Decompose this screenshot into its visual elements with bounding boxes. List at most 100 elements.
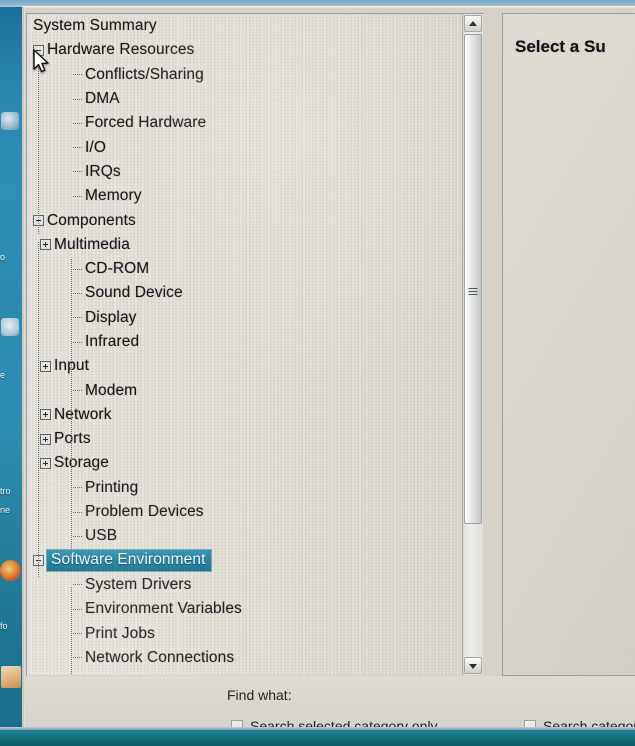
- tree-scrollbar[interactable]: [462, 14, 483, 675]
- tree-connector-icon: [73, 584, 82, 586]
- scroll-up-button[interactable]: [464, 15, 482, 32]
- tree-item-label: USB: [85, 527, 118, 545]
- tree-connector-icon: [73, 122, 82, 124]
- tree-connector-icon: [73, 511, 82, 513]
- tree-connector-icon: [73, 633, 82, 635]
- tree-item-label: System Drivers: [85, 575, 192, 593]
- tree-item-system-summary[interactable]: System Summary: [27, 14, 464, 38]
- tree-connector-icon: [73, 487, 82, 489]
- tree-item-label: DMA: [85, 90, 120, 108]
- tree-item-problem-devices[interactable]: Problem Devices: [27, 500, 464, 524]
- detail-pane-title: Select a Su: [515, 37, 606, 56]
- expand-icon[interactable]: [40, 239, 51, 251]
- tree-connector-icon: [73, 98, 82, 100]
- tree-guide-line: [71, 587, 72, 675]
- tree-item-modem[interactable]: Modem: [27, 378, 464, 402]
- desktop-label-2: e: [0, 370, 6, 380]
- tree-connector-icon: [73, 74, 82, 76]
- tree-item-system-drivers[interactable]: System Drivers: [27, 573, 464, 597]
- find-what-label: Find what:: [227, 687, 292, 703]
- tree-item-ports[interactable]: Ports: [27, 427, 464, 451]
- tree-guide-line: [38, 55, 39, 235]
- tree-item-storage[interactable]: Storage: [27, 451, 464, 475]
- navigation-tree[interactable]: System Summary Hardware Resources Conflict…: [27, 14, 464, 675]
- desktop-label-5: fo: [0, 621, 8, 631]
- tree-connector-icon: [73, 292, 82, 294]
- tree-item-display[interactable]: Display: [27, 306, 464, 330]
- tree-item-label: Network: [54, 405, 112, 423]
- tree-item-multimedia[interactable]: Multimedia: [27, 233, 464, 257]
- tree-connector-icon: [73, 147, 82, 149]
- tree-connector-icon: [73, 195, 82, 197]
- desktop-label-1: o: [0, 252, 6, 262]
- tree-item-label: Print Jobs: [85, 624, 155, 642]
- tree-item-label: Display: [85, 308, 137, 326]
- tree-connector-icon: [73, 268, 82, 270]
- tree-item-label: Modem: [85, 381, 138, 399]
- tree-item-label: Memory: [85, 187, 142, 205]
- expand-icon[interactable]: [40, 360, 51, 372]
- tree-item-label: IRQs: [85, 162, 121, 180]
- tree-item-input[interactable]: Input: [27, 354, 464, 378]
- tree-item-label: Ports: [54, 430, 91, 448]
- tree-item-infrared[interactable]: Infrared: [27, 330, 464, 354]
- tree-item-network[interactable]: Network: [27, 403, 464, 427]
- photographed-screen: o e tro ne fo System Summary Hardware Res…: [0, 0, 635, 746]
- desktop-icon-generic-1[interactable]: [1, 112, 19, 130]
- expand-icon[interactable]: [40, 433, 51, 445]
- expand-icon[interactable]: [40, 457, 51, 469]
- tree-item-label: Network Connections: [85, 648, 235, 666]
- scroll-down-button[interactable]: [464, 657, 482, 674]
- tree-item-environment-variables[interactable]: Environment Variables: [27, 597, 464, 621]
- tree-item-label: Hardware Resources: [47, 41, 195, 59]
- tree-item-conflicts-sharing[interactable]: Conflicts/Sharing: [27, 63, 464, 87]
- desktop-icon-generic-2[interactable]: [1, 318, 19, 336]
- tree-item-label: System Summary: [33, 17, 157, 35]
- expand-icon[interactable]: [40, 409, 51, 421]
- tree-connector-icon: [73, 171, 82, 173]
- tree-item-label: Storage: [54, 454, 109, 472]
- tree-item-components[interactable]: Components: [27, 208, 464, 232]
- desktop-label-3: tro: [0, 486, 11, 496]
- tree-item-hardware-resources[interactable]: Hardware Resources: [27, 38, 464, 62]
- tree-item-forced-hardware[interactable]: Forced Hardware: [27, 111, 464, 135]
- tree-connector-icon: [73, 317, 82, 319]
- scroll-up-arrow-icon: [469, 20, 477, 26]
- desktop-label-4: ne: [0, 505, 11, 515]
- scroll-down-arrow-icon: [469, 663, 477, 669]
- desktop-background: o e tro ne fo: [0, 0, 22, 746]
- tree-item-network-connections[interactable]: Network Connections: [27, 646, 464, 670]
- system-information-window: System Summary Hardware Resources Conflict…: [22, 6, 635, 734]
- tree-item-label: Conflicts/Sharing: [85, 65, 204, 83]
- firefox-icon[interactable]: [0, 560, 21, 581]
- find-bar: Find what: Search selected category only…: [26, 676, 635, 734]
- tree-guide-line: [38, 242, 39, 577]
- scrollbar-thumb[interactable]: [464, 34, 482, 524]
- tree-item-cd-rom[interactable]: CD-ROM: [27, 257, 464, 281]
- tree-item-label: Multimedia: [54, 235, 130, 253]
- tree-item-label: Components: [47, 211, 136, 229]
- desktop-taskbar-band: [0, 730, 635, 746]
- tree-connector-icon: [73, 535, 82, 537]
- tree-item-memory[interactable]: Memory: [27, 184, 464, 208]
- tree-connector-icon: [73, 608, 82, 610]
- tree-item-irqs[interactable]: IRQs: [27, 160, 464, 184]
- tree-connector-icon: [73, 390, 82, 392]
- tree-item-label: Environment Variables: [85, 600, 242, 618]
- tree-item-label: Problem Devices: [85, 503, 204, 521]
- tree-connector-icon: [73, 341, 82, 343]
- tree-item-i-o[interactable]: I/O: [27, 135, 464, 159]
- tree-item-software-environment[interactable]: Software Environment: [27, 549, 464, 573]
- tree-guide-line: [71, 259, 72, 569]
- navigation-tree-frame: System Summary Hardware Resources Conflict…: [26, 13, 484, 676]
- tree-item-label: Forced Hardware: [85, 114, 207, 132]
- tree-item-printing[interactable]: Printing: [27, 476, 464, 500]
- tree-connector-icon: [73, 657, 82, 659]
- desktop-icon-generic-3[interactable]: [1, 666, 21, 688]
- tree-item-label: CD-ROM: [85, 260, 150, 278]
- tree-item-print-jobs[interactable]: Print Jobs: [27, 621, 464, 645]
- tree-item-sound-device[interactable]: Sound Device: [27, 281, 464, 305]
- tree-item-label: Printing: [85, 478, 139, 496]
- tree-item-dma[interactable]: DMA: [27, 87, 464, 111]
- tree-item-usb[interactable]: USB: [27, 524, 464, 548]
